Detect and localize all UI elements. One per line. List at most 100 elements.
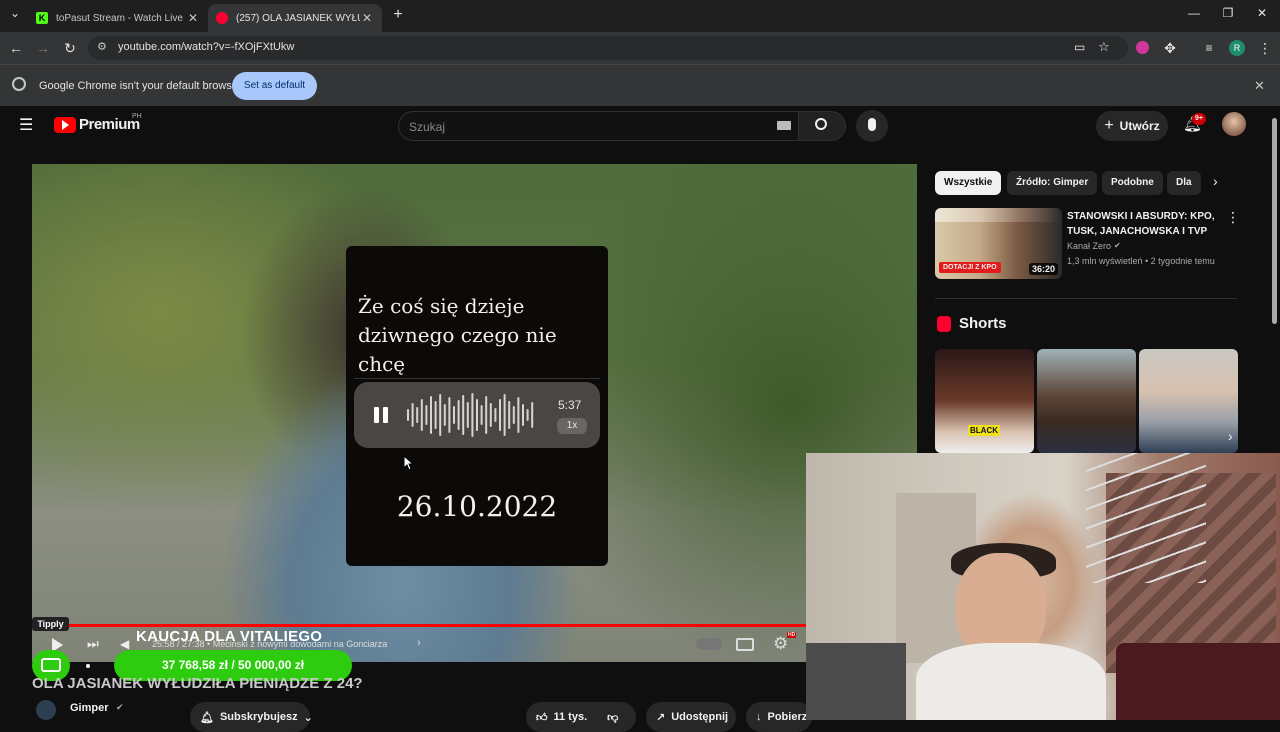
cast-icon[interactable]: ▭ bbox=[1074, 40, 1085, 54]
donation-goal-title: KAUCJA DLA VITALIEGO bbox=[136, 628, 323, 645]
audio-waveform bbox=[407, 393, 534, 437]
channel-avatar[interactable] bbox=[36, 700, 56, 720]
like-dislike-button[interactable]: 👍︎ 11 tys. 👎︎ bbox=[526, 702, 636, 732]
back-icon[interactable]: ← bbox=[6, 38, 26, 58]
short-caption: BLACK bbox=[968, 425, 1000, 436]
verified-icon: ✔ bbox=[1114, 241, 1121, 250]
omnibox[interactable]: ⚙ youtube.com/watch?v=-fXOjFXtUkw ▭ ☆ bbox=[88, 36, 1128, 60]
more-options-icon[interactable]: ⋮ bbox=[1226, 209, 1240, 226]
overlay-date: 26.10.2022 bbox=[396, 490, 558, 523]
subscribe-label: Subskrybujesz bbox=[219, 711, 298, 723]
voice-message-card: Że coś się dzieje dziwnego czego nie chc… bbox=[346, 246, 608, 566]
minimize-icon[interactable]: — bbox=[1184, 6, 1204, 26]
forward-icon[interactable]: → bbox=[33, 38, 53, 58]
short-thumbnail[interactable] bbox=[1037, 349, 1136, 453]
window-close-icon[interactable]: ✕ bbox=[1252, 6, 1272, 26]
download-button[interactable]: ↓ Pobierz bbox=[746, 702, 812, 732]
shorts-logo-icon bbox=[937, 316, 951, 332]
extension-icon[interactable] bbox=[1136, 41, 1149, 54]
short-thumbnail[interactable]: BLACK bbox=[935, 349, 1034, 453]
video-duration: 36:20 bbox=[1028, 263, 1058, 275]
hd-badge: HD bbox=[787, 632, 797, 638]
video-progress-bar[interactable] bbox=[32, 624, 917, 627]
mouse-cursor-icon bbox=[403, 455, 415, 471]
media-controls-icon[interactable]: ≡ bbox=[1199, 38, 1219, 58]
settings-gear-icon[interactable]: ⚙ bbox=[773, 634, 788, 654]
recommended-thumbnail[interactable]: DOTACJI Z KPO 36:20 bbox=[935, 208, 1062, 279]
subscribe-button[interactable]: 🔔︎ Subskrybujesz ⌄ bbox=[190, 702, 313, 732]
webcam-shirt bbox=[916, 643, 1106, 720]
like-count: 11 tys. bbox=[553, 711, 588, 723]
notifications-badge: 9+ bbox=[1192, 113, 1206, 125]
video-title: OLA JASIANEK WYŁUDZIŁA PIENIĄDZE Z 24? bbox=[32, 675, 363, 692]
chip-similar[interactable]: Podobne bbox=[1102, 171, 1163, 195]
search-placeholder: Szukaj bbox=[409, 120, 446, 134]
create-label: Utwórz bbox=[1119, 119, 1160, 133]
recommended-channel[interactable]: Kanał Zero bbox=[1067, 241, 1111, 251]
subtitles-icon[interactable] bbox=[736, 638, 754, 651]
chip-for-you[interactable]: Dla bbox=[1167, 171, 1201, 195]
overlay-quote: Że coś się dzieje dziwnego czego nie chc… bbox=[358, 294, 557, 376]
short-thumbnail[interactable] bbox=[1139, 349, 1238, 453]
search-input[interactable]: Szukaj bbox=[398, 111, 798, 141]
next-video-icon[interactable]: ⏭︎ bbox=[87, 636, 99, 652]
create-button[interactable]: + Utwórz bbox=[1096, 111, 1168, 141]
reload-icon[interactable]: ↻ bbox=[60, 38, 80, 58]
infobar-message: Google Chrome isn't your default browser bbox=[39, 80, 242, 92]
chrome-menu-icon[interactable]: ⋮ bbox=[1255, 38, 1275, 58]
verified-icon: ✔ bbox=[116, 702, 124, 712]
search-button[interactable] bbox=[798, 111, 846, 141]
webcam-staircase bbox=[1086, 453, 1206, 583]
webcam-desk bbox=[806, 643, 906, 720]
default-browser-infobar: Google Chrome isn't your default browser… bbox=[0, 64, 1280, 106]
extensions-puzzle-icon[interactable]: ✥ bbox=[1160, 38, 1180, 58]
live-dot bbox=[86, 664, 90, 668]
set-as-default-button[interactable]: Set as default bbox=[232, 72, 317, 100]
bookmark-star-icon[interactable]: ☆ bbox=[1098, 39, 1110, 55]
plus-icon: + bbox=[1104, 117, 1114, 134]
recommended-title[interactable]: STANOWSKI I ABSURDY: KPO, TUSK, JANACHOW… bbox=[1067, 209, 1222, 239]
tab-search-icon[interactable]: ⌄ bbox=[5, 6, 25, 26]
new-tab-icon[interactable]: + bbox=[388, 6, 408, 26]
address-bar-row: ← → ↻ ⚙ youtube.com/watch?v=-fXOjFXtUkw … bbox=[0, 32, 1280, 64]
channel-row: Gimper ✔ 🔔︎ Subskrybujesz ⌄ 👍︎ 11 tys. 👎… bbox=[32, 698, 812, 732]
maximize-icon[interactable]: ❐ bbox=[1218, 6, 1238, 26]
download-label: Pobierz bbox=[767, 711, 808, 723]
share-label: Udostępnij bbox=[671, 711, 729, 723]
page-scrollbar[interactable] bbox=[1272, 118, 1277, 324]
close-icon[interactable]: ✕ bbox=[360, 11, 374, 25]
chip-source[interactable]: Źródło: Gimper bbox=[1007, 171, 1098, 195]
tab-topasut[interactable]: K toPasut Stream - Watch Live on ✕ bbox=[28, 4, 208, 32]
recommended-meta: 1,3 mln wyświetleń • 2 tygodnie temu bbox=[1067, 256, 1215, 266]
profile-avatar[interactable]: R bbox=[1229, 40, 1245, 56]
youtube-favicon-icon bbox=[216, 12, 228, 24]
chip-all[interactable]: Wszystkie bbox=[935, 171, 1002, 195]
keyboard-icon[interactable] bbox=[777, 121, 791, 130]
url-text: youtube.com/watch?v=-fXOjFXtUkw bbox=[118, 41, 295, 53]
pause-icon bbox=[374, 407, 379, 423]
autoplay-toggle[interactable] bbox=[696, 638, 722, 650]
site-info-icon[interactable]: ⚙ bbox=[97, 40, 107, 53]
youtube-premium-logo[interactable]: Premium bbox=[79, 116, 140, 133]
chevron-down-icon: ⌄ bbox=[303, 711, 313, 724]
close-icon[interactable]: ✕ bbox=[186, 11, 200, 25]
tab-youtube[interactable]: (257) OLA JASIANEK WYŁUDZI ✕ bbox=[208, 4, 382, 32]
share-button[interactable]: ↗ Udostępnij bbox=[646, 702, 736, 732]
bell-icon: 🔔︎ bbox=[200, 711, 214, 724]
chevron-right-icon[interactable]: › bbox=[1228, 428, 1233, 444]
play-triangle-icon bbox=[62, 120, 69, 130]
chrome-logo-icon bbox=[12, 77, 26, 91]
chevron-right-icon[interactable]: › bbox=[1213, 173, 1218, 189]
account-avatar[interactable] bbox=[1222, 112, 1246, 136]
youtube-logo-icon[interactable] bbox=[54, 117, 76, 133]
volume-icon[interactable]: ◀ bbox=[120, 637, 129, 651]
close-icon[interactable]: ✕ bbox=[1254, 78, 1265, 94]
hamburger-menu-icon[interactable]: ☰ bbox=[19, 115, 33, 135]
divider bbox=[935, 298, 1237, 299]
tab-title: (257) OLA JASIANEK WYŁUDZI bbox=[236, 12, 360, 24]
thumbnail-badge: DOTACJI Z KPO bbox=[939, 262, 1001, 273]
voice-search-button[interactable] bbox=[856, 110, 888, 142]
chevron-right-icon[interactable]: › bbox=[417, 637, 421, 649]
video-progress-fill bbox=[32, 624, 850, 627]
channel-name[interactable]: Gimper bbox=[70, 702, 109, 714]
